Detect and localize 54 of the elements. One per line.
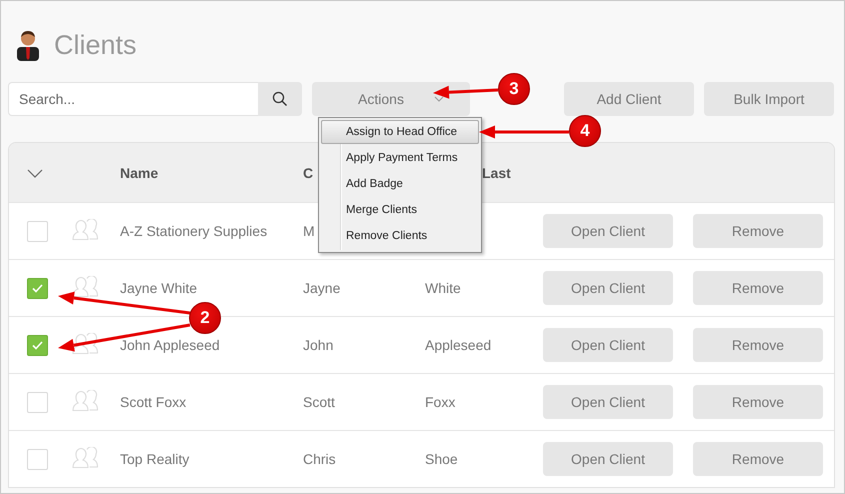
checkbox[interactable] bbox=[27, 334, 48, 356]
check-icon bbox=[32, 284, 43, 292]
contacts-icon bbox=[72, 218, 98, 240]
client-name: Scott Foxx bbox=[120, 394, 186, 410]
open-client-button[interactable]: Open Client bbox=[543, 214, 673, 248]
contacts-icon bbox=[72, 446, 98, 468]
column-header: C bbox=[303, 164, 314, 180]
remove-button[interactable]: Remove bbox=[693, 385, 823, 419]
client-name: John Appleseed bbox=[120, 337, 220, 353]
search-button[interactable] bbox=[258, 82, 302, 116]
open-client-button[interactable]: Open Client bbox=[543, 442, 673, 476]
column-header: Name bbox=[120, 164, 158, 180]
table-cell: Jayne bbox=[303, 280, 340, 296]
column-header: Last bbox=[482, 164, 511, 180]
client-name: Top Reality bbox=[120, 451, 190, 467]
table-cell: Scott bbox=[303, 394, 335, 410]
search-field[interactable]: Search... bbox=[8, 82, 258, 116]
table-cell: M bbox=[303, 223, 315, 239]
check-icon bbox=[32, 340, 43, 350]
remove-button[interactable]: Remove bbox=[693, 214, 823, 248]
open-client-button[interactable]: Open Client bbox=[543, 328, 673, 362]
client-name: Jayne White bbox=[120, 280, 198, 296]
menu-item[interactable]: Merge Clients bbox=[321, 198, 479, 222]
checkbox[interactable] bbox=[27, 278, 48, 298]
table-cell: Appleseed bbox=[425, 337, 492, 353]
menu-item[interactable]: Assign to Head Office bbox=[321, 120, 479, 144]
remove-button[interactable]: Remove bbox=[693, 442, 823, 476]
menu-item[interactable]: Add Badge bbox=[321, 172, 479, 196]
contacts-icon bbox=[72, 332, 98, 354]
open-client-button[interactable]: Open Client bbox=[543, 385, 673, 419]
actions-button[interactable]: Actions bbox=[312, 82, 470, 116]
person-icon bbox=[16, 29, 40, 61]
chevron-icon[interactable] bbox=[27, 168, 43, 178]
remove-button[interactable]: Remove bbox=[693, 271, 823, 305]
arrow bbox=[433, 86, 498, 99]
table-cell: Shoe bbox=[425, 451, 458, 467]
search-icon bbox=[272, 91, 288, 107]
table-cell: Chris bbox=[303, 451, 336, 467]
add-client-button[interactable]: Add Client bbox=[564, 82, 694, 116]
bulk-import-button[interactable]: Bulk Import bbox=[704, 82, 834, 116]
remove-button[interactable]: Remove bbox=[693, 328, 823, 362]
table-cell: Foxx bbox=[425, 394, 456, 410]
caret-icon bbox=[434, 96, 444, 102]
client-name: A-Z Stationery Supplies bbox=[120, 223, 268, 239]
contacts-icon bbox=[72, 276, 98, 298]
table-cell: White bbox=[425, 280, 461, 296]
open-client-button[interactable]: Open Client bbox=[543, 271, 673, 305]
contacts-icon bbox=[72, 390, 98, 412]
menu-item[interactable]: Remove Clients bbox=[321, 224, 479, 248]
menu-item[interactable]: Apply Payment Terms bbox=[321, 146, 479, 170]
callout-badge: 4 bbox=[569, 115, 601, 147]
page-title: Clients bbox=[54, 30, 137, 60]
table-cell: John bbox=[303, 337, 334, 353]
callout-badge: 3 bbox=[498, 73, 530, 105]
